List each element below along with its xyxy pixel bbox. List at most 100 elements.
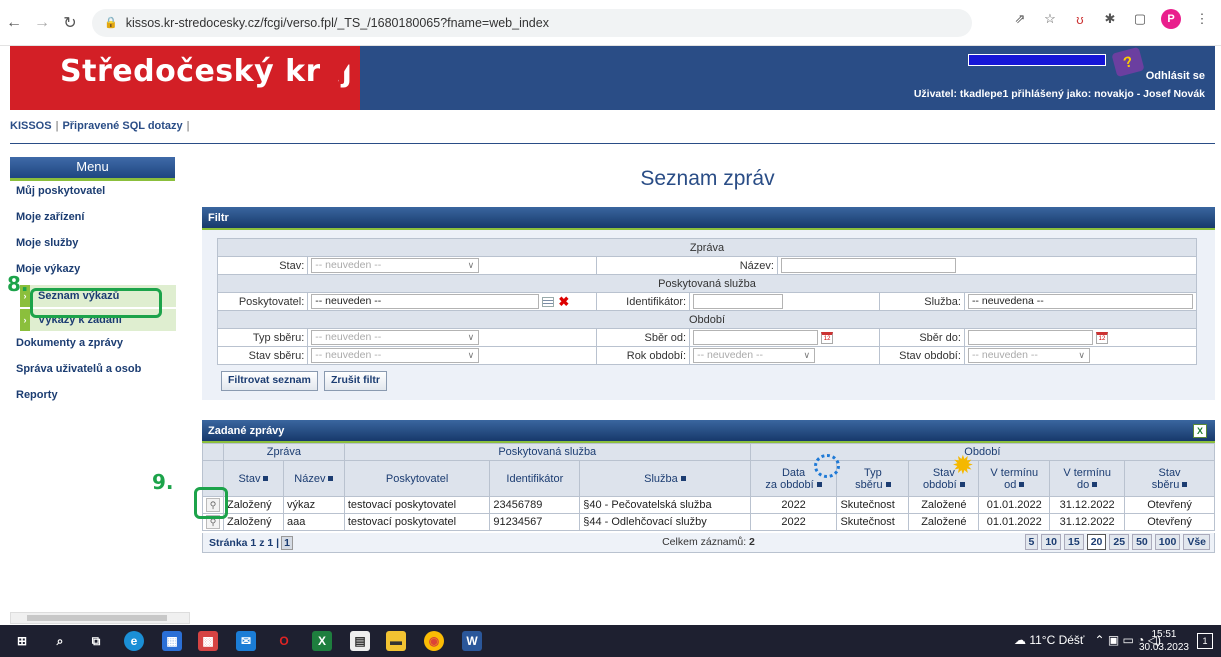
filter-provider-field[interactable]: -- neuveden --: [311, 294, 540, 309]
page-size-all[interactable]: Vše: [1183, 534, 1210, 550]
sidebar-item-my-provider[interactable]: Můj poskytovatel: [10, 181, 178, 207]
reload-icon[interactable]: ↻: [56, 9, 84, 37]
col-header-stav-sberu[interactable]: Stav sběru: [1124, 460, 1215, 497]
sidebar-item-my-facilities[interactable]: Moje zařízení: [10, 207, 178, 233]
calculator-icon[interactable]: ▦: [162, 631, 182, 651]
clock[interactable]: 15:51 30.03.2023: [1139, 628, 1189, 654]
filter-stav-obdobi-select[interactable]: -- neuveden -- ∨: [967, 348, 1090, 363]
cell-data: 2022: [749, 496, 838, 514]
filter-sber-od-input[interactable]: [693, 330, 819, 345]
mail-icon[interactable]: ✉: [236, 631, 256, 651]
help-book-icon[interactable]: ?: [1111, 46, 1145, 78]
page-current[interactable]: 1: [281, 536, 293, 550]
page-size-15[interactable]: 15: [1064, 534, 1084, 550]
close-icon[interactable]: ✖: [558, 294, 569, 310]
excel-icon[interactable]: X: [312, 631, 332, 651]
puzzle-icon[interactable]: ✱: [1101, 10, 1119, 28]
calendar-icon[interactable]: 12: [821, 331, 834, 344]
col-header-service[interactable]: Služba: [579, 460, 751, 497]
page-size-50[interactable]: 50: [1132, 534, 1152, 550]
results-group-message: Zpráva: [223, 443, 345, 461]
page-size-5[interactable]: 5: [1024, 534, 1039, 550]
cell-typ: Skutečnost: [836, 496, 910, 514]
filter-rok-label: Rok období:: [596, 346, 691, 365]
edge-icon[interactable]: e: [124, 631, 144, 651]
clear-filter-button[interactable]: Zrušit filtr: [324, 371, 387, 391]
table-row[interactable]: ⚲ Založený výkaz testovací poskytovatel …: [202, 496, 1215, 514]
filter-nazev-input[interactable]: [780, 258, 956, 273]
col-header-nazev[interactable]: Název: [282, 460, 345, 497]
cell-provider: testovací poskytovatel: [343, 496, 491, 514]
back-icon[interactable]: ←: [0, 9, 28, 37]
filter-stav-select[interactable]: -- neuveden -- ∨: [311, 258, 480, 273]
filter-rok-select[interactable]: -- neuveden -- ∨: [693, 348, 816, 363]
breadcrumb-sql[interactable]: Připravené SQL dotazy: [62, 120, 182, 132]
filter-provider-label: Poskytovatel:: [216, 292, 309, 311]
col-header-do[interactable]: V termínu do: [1049, 460, 1126, 497]
col-header-stav-sberu-label-1: Stav: [1158, 466, 1181, 479]
filter-service-field[interactable]: -- neuvedena --: [967, 294, 1193, 309]
page-info: Stránka 1 z 1 |: [209, 537, 280, 549]
filter-section-period: Období: [217, 310, 1197, 329]
list-icon[interactable]: [542, 296, 555, 307]
col-header-od[interactable]: V termínu od: [978, 460, 1051, 497]
share-icon[interactable]: ⇗: [1011, 10, 1029, 28]
cell-stav: Založený: [223, 513, 284, 531]
highlight-detail-button: [194, 487, 228, 519]
results-panel-header: Zadané zprávy: [202, 420, 1215, 443]
sort-icon: [263, 476, 269, 482]
sidebar-item-user-admin[interactable]: Správa uživatelů a osob: [10, 359, 178, 385]
step-8-label: 8.: [7, 272, 29, 296]
extension-icon[interactable]: ʊ: [1071, 10, 1089, 28]
filter-typ-select[interactable]: -- neuveden -- ∨: [311, 330, 480, 345]
task-view-icon[interactable]: ⧉: [86, 631, 106, 651]
sidebar-item-documents[interactable]: Dokumenty a zprávy: [10, 333, 178, 359]
logout-link[interactable]: Odhlásit se: [1146, 70, 1205, 82]
chrome-icon[interactable]: ◉: [424, 631, 444, 651]
sort-icon: [1182, 482, 1188, 488]
pagination-bar: Celkem záznamů: 2 Stránka 1 z 1 | 1 5 10 …: [202, 533, 1215, 553]
windows-start-icon[interactable]: ⊞: [12, 631, 32, 651]
cell-do: 31.12.2022: [1049, 496, 1126, 514]
sidebar-item-my-reports[interactable]: Moje výkazy: [10, 259, 178, 285]
cell-stav-sberu: Otevřený: [1124, 496, 1215, 514]
filter-ident-input[interactable]: [693, 294, 784, 309]
word-icon[interactable]: W: [462, 631, 482, 651]
page-size-10[interactable]: 10: [1041, 534, 1062, 550]
opera-icon[interactable]: O: [274, 631, 294, 651]
notification-icon[interactable]: 1: [1197, 633, 1213, 649]
horizontal-scrollbar[interactable]: [10, 612, 190, 624]
col-header-stav[interactable]: Stav: [223, 460, 284, 497]
calendar-icon[interactable]: 12: [1096, 331, 1108, 344]
cell-od: 01.01.2022: [978, 496, 1051, 514]
notepad-icon[interactable]: ▤: [350, 631, 370, 651]
menu-dots-icon[interactable]: ⋮: [1193, 10, 1211, 28]
sidebar-item-my-services[interactable]: Moje služby: [10, 233, 178, 259]
chevron-down-icon: ∨: [467, 332, 475, 342]
filter-button[interactable]: Filtrovat seznam: [221, 371, 318, 391]
col-header-od-label-2: od: [1004, 478, 1017, 491]
sidepanel-icon[interactable]: ▢: [1131, 10, 1149, 28]
gift-icon[interactable]: ▩: [198, 631, 218, 651]
filter-sber-do-input[interactable]: [967, 330, 1093, 345]
filter-typ-value: -- neuveden --: [315, 331, 382, 343]
cell-ident: 91234567: [489, 513, 581, 531]
star-icon[interactable]: ☆: [1041, 10, 1059, 28]
col-header-typ[interactable]: Typ sběru: [836, 460, 910, 497]
filter-stav-sberu-select[interactable]: -- neuveden -- ∨: [311, 348, 480, 363]
page-size-100[interactable]: 100: [1154, 534, 1181, 550]
profile-avatar[interactable]: P: [1161, 9, 1181, 29]
step-9-label: 9.: [152, 470, 174, 494]
forward-icon[interactable]: →: [28, 9, 56, 37]
file-explorer-icon[interactable]: ▬: [386, 631, 406, 651]
breadcrumb-kissos[interactable]: KISSOS: [10, 120, 52, 132]
sidebar-item-reports[interactable]: Reporty: [10, 385, 178, 411]
scrollbar-thumb[interactable]: [27, 615, 167, 621]
address-bar[interactable]: 🔒 kissos.kr-stredocesky.cz/fcgi/verso.fp…: [92, 8, 972, 37]
clock-time: 15:51: [1151, 629, 1177, 640]
page-size-25[interactable]: 25: [1109, 534, 1130, 550]
table-row[interactable]: ⚲ Založený aaa testovací poskytovatel 91…: [202, 513, 1215, 531]
page-size-20[interactable]: 20: [1086, 534, 1107, 550]
excel-export-icon[interactable]: X: [1193, 424, 1207, 438]
search-icon[interactable]: ⌕: [50, 631, 70, 651]
